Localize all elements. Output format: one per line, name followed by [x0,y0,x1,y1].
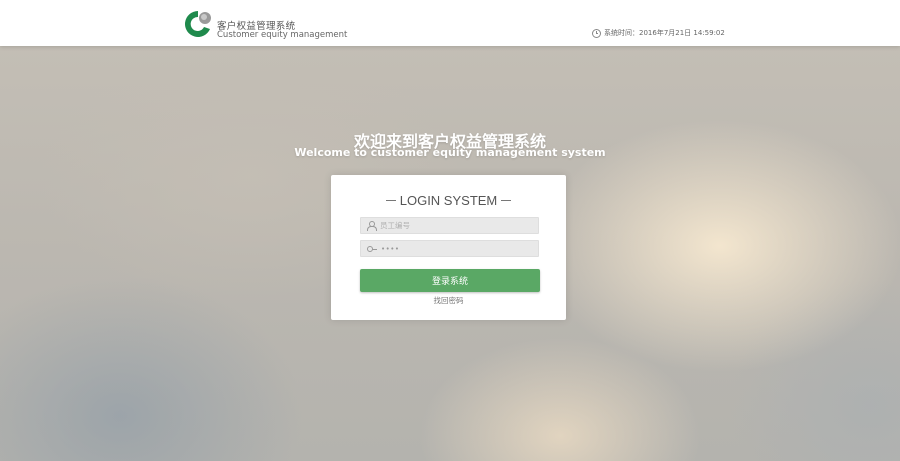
password-input[interactable]: •••• [381,245,400,253]
heading-dash-left [385,200,396,201]
system-time: 系统时间：2016年7月21日 14:59:02 [592,28,725,38]
heading-dash-right [501,200,512,201]
company-logo [185,11,211,37]
password-field[interactable]: •••• [360,240,539,257]
login-heading: LOGIN SYSTEM [331,193,566,208]
user-icon [367,221,377,231]
clock-icon [592,28,601,38]
username-field[interactable] [360,217,539,234]
system-time-text: 系统时间：2016年7月21日 14:59:02 [604,29,725,37]
username-input[interactable] [380,221,530,230]
brand-name-en: Customer equity management [217,30,348,40]
forgot-password-link[interactable]: 找回密码 [331,295,566,306]
login-button[interactable]: 登录系统 [360,269,540,292]
welcome-title-en: Welcome to customer equity management sy… [294,146,606,159]
key-icon [367,245,377,252]
login-panel: LOGIN SYSTEM •••• 登录系统 找回密码 [331,175,566,320]
login-heading-text: LOGIN SYSTEM [399,193,498,208]
top-header: 客户权益管理系统 Customer equity management 系统时间… [0,0,900,46]
